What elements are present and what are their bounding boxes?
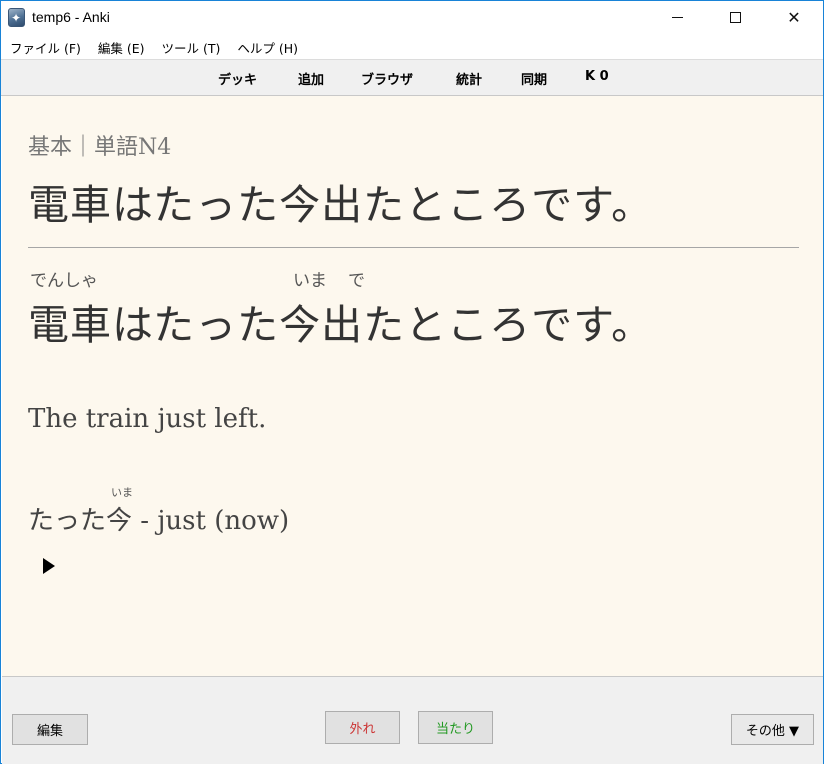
- sentence-meaning: The train just left.: [28, 404, 267, 434]
- menu-tools[interactable]: ツール (T): [162, 38, 221, 57]
- edit-button[interactable]: 編集: [12, 714, 88, 745]
- menu-help[interactable]: ヘルプ (H): [237, 38, 298, 57]
- close-icon: ✕: [787, 7, 801, 27]
- deck-label: 基本｜単語N4: [28, 135, 172, 160]
- toolbar-browse[interactable]: ブラウザ: [361, 69, 413, 88]
- title-bar[interactable]: temp6 - Anki ✕: [1, 1, 823, 35]
- toolbar-add[interactable]: 追加: [298, 69, 324, 88]
- menu-bar: ファイル (F) 編集 (E) ツール (T) ヘルプ (H): [1, 35, 823, 59]
- furigana-densha: でんしゃ: [30, 271, 98, 291]
- furigana-de: で: [348, 271, 365, 291]
- minimize-button[interactable]: [654, 1, 700, 34]
- good-button[interactable]: 当たり: [418, 711, 493, 744]
- window-title: temp6 - Anki: [32, 9, 110, 25]
- minimize-icon: [671, 17, 683, 18]
- again-button[interactable]: 外れ: [325, 711, 400, 744]
- maximize-button[interactable]: [712, 1, 758, 34]
- vocab-furigana: いま: [111, 486, 133, 499]
- play-audio-icon[interactable]: [43, 558, 55, 574]
- toolbar-count[interactable]: K 0: [585, 69, 609, 84]
- furigana-ima: いま: [293, 271, 327, 291]
- card-view: 基本｜単語N4 電車はたった今出たところです。 でんしゃ いま で 電車はたった…: [2, 96, 823, 676]
- anki-app-icon[interactable]: [8, 8, 25, 27]
- toolbar-stats[interactable]: 統計: [456, 69, 482, 88]
- menu-file[interactable]: ファイル (F): [10, 38, 81, 57]
- close-button[interactable]: ✕: [771, 1, 817, 34]
- answer-sentence: 電車はたった今出たところです。: [28, 301, 654, 349]
- answer-divider: [28, 247, 799, 248]
- vocab-line: たった今 - just (now): [28, 500, 289, 537]
- anki-window: temp6 - Anki ✕ ファイル (F) 編集 (E) ツール (T) ヘ…: [0, 0, 824, 764]
- menu-edit[interactable]: 編集 (E): [98, 38, 145, 57]
- front-sentence: 電車はたった今出たところです。: [28, 181, 654, 229]
- vocab-word: たった今: [28, 506, 133, 536]
- answer-bar: 編集 外れ 当たり その他 ▼: [2, 676, 823, 764]
- vocab-gloss: - just (now): [132, 506, 290, 536]
- more-button[interactable]: その他 ▼: [731, 714, 814, 745]
- maximize-icon: [729, 12, 741, 23]
- toolbar-decks[interactable]: デッキ: [218, 69, 257, 88]
- main-toolbar: デッキ 追加 ブラウザ 統計 同期 K 0: [1, 59, 823, 96]
- toolbar-sync[interactable]: 同期: [521, 69, 547, 88]
